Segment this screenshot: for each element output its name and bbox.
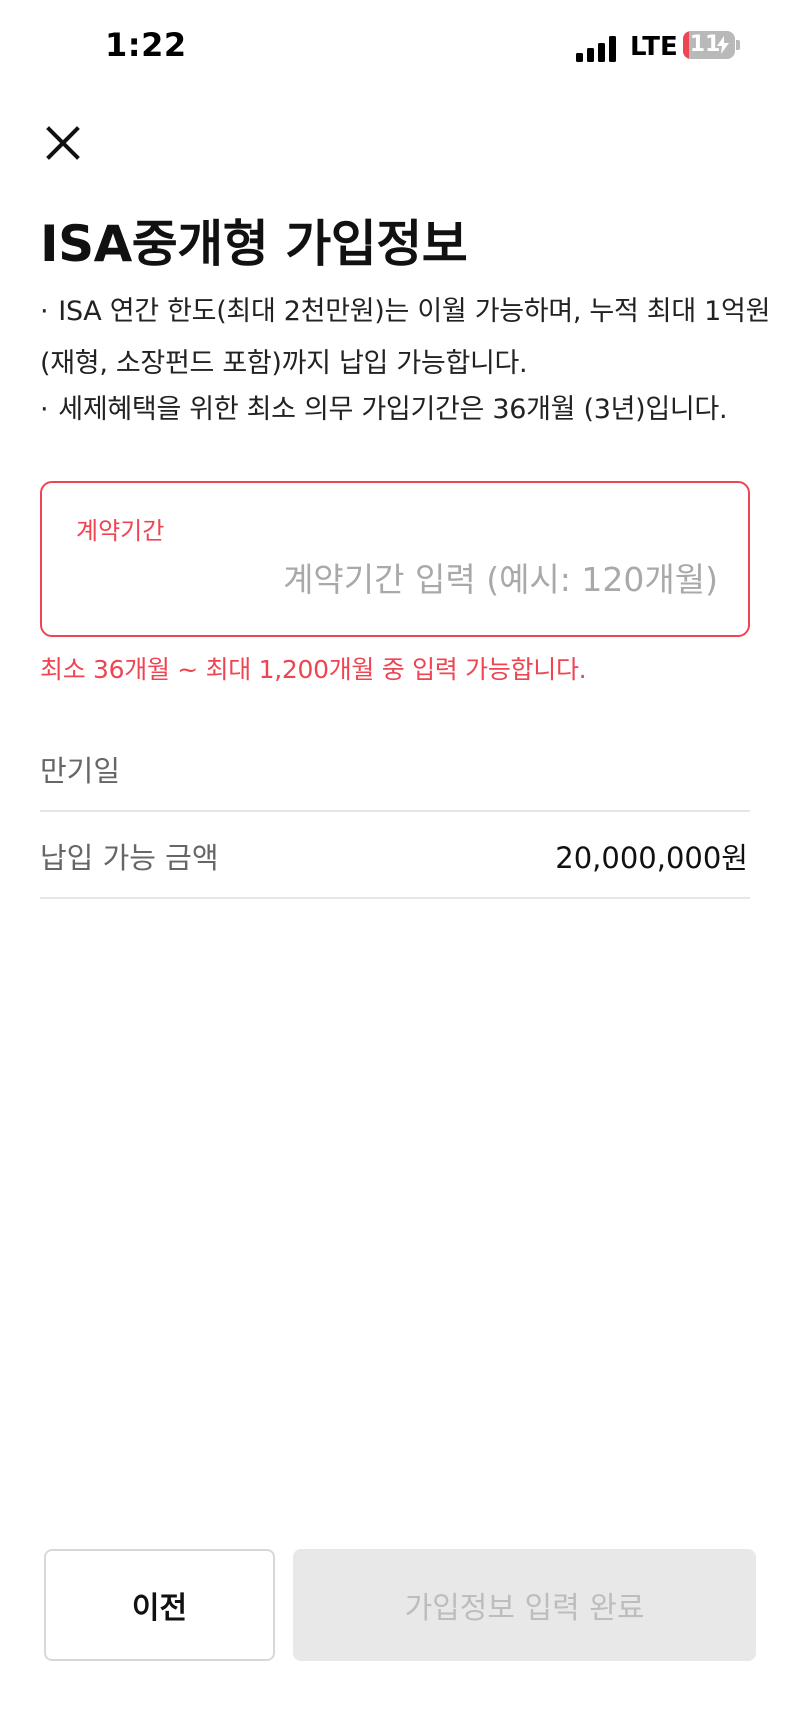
- bullet-dot: ·: [40, 394, 49, 425]
- battery-icon: 11: [683, 31, 735, 59]
- network-type: LTE: [630, 32, 678, 62]
- bullet-dot: ·: [40, 296, 49, 327]
- page-title: ISA중개형 가입정보: [40, 215, 468, 273]
- previous-button[interactable]: 이전: [44, 1549, 275, 1661]
- contract-period-error: 최소 36개월 ~ 최대 1,200개월 중 입력 가능합니다.: [40, 655, 587, 684]
- isa-signup-info-screen: 1:22 LTE 11 ISA중개형 가입정보 · ISA 연간 한도(최대 2천…: [0, 0, 800, 1731]
- close-button[interactable]: [40, 120, 86, 166]
- payable-amount-label: 납입 가능 금액: [40, 841, 219, 875]
- notice-minimum-period: · 세제혜택을 위한 최소 의무 가입기간은 36개월 (3년)입니다.: [40, 384, 785, 436]
- notice-text: 세제혜택을 위한 최소 의무 가입기간은 36개월 (3년)입니다.: [58, 394, 728, 425]
- payable-amount-value: 20,000,000원: [555, 841, 748, 875]
- complete-signup-info-button[interactable]: 가입정보 입력 완료: [293, 1549, 756, 1661]
- contract-period-field[interactable]: 계약기간: [40, 481, 750, 637]
- notice-text: ISA 연간 한도(최대 2천만원)는 이월 가능하며, 누적 최대 1억원(재…: [40, 296, 771, 379]
- notice-annual-limit: · ISA 연간 한도(최대 2천만원)는 이월 가능하며, 누적 최대 1억원(…: [40, 286, 785, 390]
- maturity-date-label: 만기일: [40, 754, 121, 788]
- charging-bolt-icon: [717, 36, 729, 54]
- signal-icon: [576, 36, 618, 62]
- battery-cap: [736, 40, 740, 50]
- maturity-date-row: 만기일: [40, 724, 750, 812]
- status-bar: 1:22 LTE 11: [0, 0, 800, 100]
- close-icon: [46, 126, 80, 160]
- payable-amount-row: 납입 가능 금액 20,000,000원: [40, 811, 750, 899]
- status-time: 1:22: [105, 26, 187, 64]
- contract-period-label: 계약기간: [76, 517, 165, 545]
- contract-period-input[interactable]: [72, 549, 718, 609]
